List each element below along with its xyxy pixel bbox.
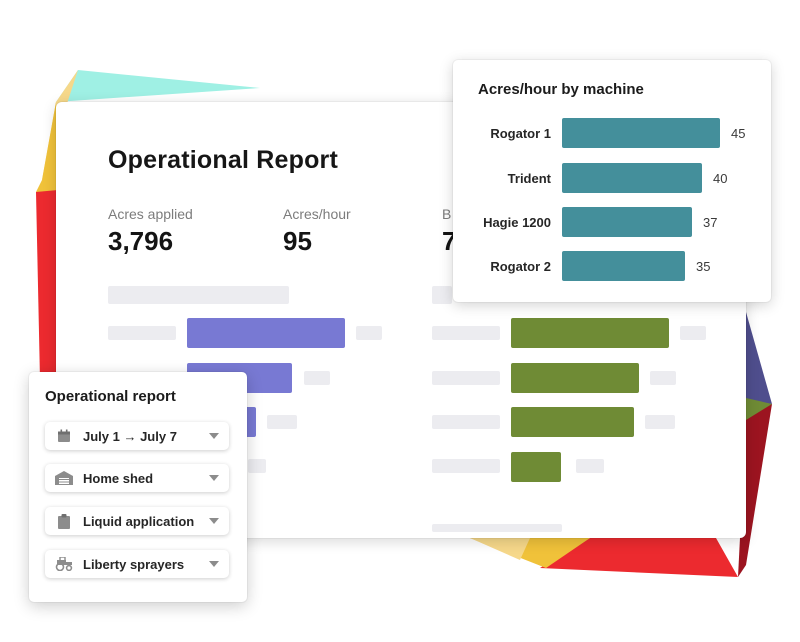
bar-category-label: Rogator 2 (490, 259, 551, 274)
stat-value: 95 (283, 226, 312, 256)
filter-title: Operational report (45, 388, 176, 405)
olive-bar (511, 407, 634, 437)
placeholder-value (650, 371, 676, 385)
shed-icon (55, 469, 73, 487)
placeholder-value (576, 459, 604, 473)
chevron-down-icon (209, 475, 219, 481)
chevron-down-icon (209, 433, 219, 439)
acres-per-hour-card: Acres/hour by machine Rogator 1 45 Trident… (453, 60, 771, 302)
report-title: Operational Report (108, 146, 339, 174)
placeholder-value (248, 459, 266, 473)
clipboard-icon (55, 512, 73, 530)
placeholder-heading (108, 286, 289, 304)
placeholder-value (304, 371, 330, 385)
placeholder-value (267, 415, 297, 429)
location-label: Home shed (83, 470, 154, 486)
placeholder-value (645, 415, 675, 429)
stat-acres-per-hour: Acres/hour 95 (283, 206, 351, 257)
olive-bar (511, 318, 669, 348)
bg-shape-red-left (36, 190, 58, 380)
stat-value: 3,796 (108, 226, 174, 256)
date-range-select[interactable]: July 1 → July 7 (45, 422, 229, 450)
placeholder-label (432, 371, 500, 385)
placeholder-label (432, 326, 500, 340)
tractor-icon (55, 555, 73, 573)
equipment-label: Liberty sprayers (83, 556, 185, 572)
olive-bar (511, 363, 639, 393)
placeholder-label (432, 415, 500, 429)
stat-label: Acres/hour (283, 206, 351, 222)
placeholder-label (432, 459, 500, 473)
bar-category-label: Rogator 1 (490, 126, 551, 141)
bar-category-label: Hagie 1200 (483, 215, 551, 230)
bar-category-label: Trident (508, 171, 552, 186)
purple-bar (187, 318, 345, 348)
olive-bar (511, 452, 561, 482)
placeholder-value (356, 326, 382, 340)
operation-type-label: Liquid application (83, 513, 195, 529)
machine-bar (562, 251, 685, 281)
equipment-select[interactable]: Liberty sprayers (45, 550, 229, 578)
chevron-down-icon (209, 518, 219, 524)
placeholder-value (680, 326, 706, 340)
machine-bar (562, 207, 692, 237)
bar-value-label: 45 (731, 126, 745, 141)
placeholder-heading (432, 286, 452, 304)
filter-card: Operational report July 1 → July 7 Home … (29, 372, 247, 602)
location-select[interactable]: Home shed (45, 464, 229, 492)
machine-bar (562, 163, 702, 193)
chevron-down-icon (209, 561, 219, 567)
bg-shape-yellow-light-bottom (470, 538, 530, 560)
bg-shape-navy (746, 312, 772, 404)
calendar-icon (55, 427, 73, 445)
stat-acres-applied: Acres applied 3,796 (108, 206, 193, 257)
acres-per-hour-chart: Rogator 1 45 Trident 40 Hagie 1200 37 Rogator … (483, 118, 745, 281)
placeholder-label (108, 326, 176, 340)
bar-value-label: 40 (713, 171, 727, 186)
date-range-label: July 1 → July 7 (83, 428, 177, 444)
bg-shape-mint (56, 70, 260, 102)
machine-bar (562, 118, 720, 148)
placeholder-footer (432, 524, 562, 532)
stat-label: Acres applied (108, 206, 193, 222)
operation-type-select[interactable]: Liquid application (45, 507, 229, 535)
bar-value-label: 37 (703, 215, 717, 230)
bar-value-label: 35 (696, 259, 710, 274)
bg-shape-yellow (36, 102, 58, 198)
